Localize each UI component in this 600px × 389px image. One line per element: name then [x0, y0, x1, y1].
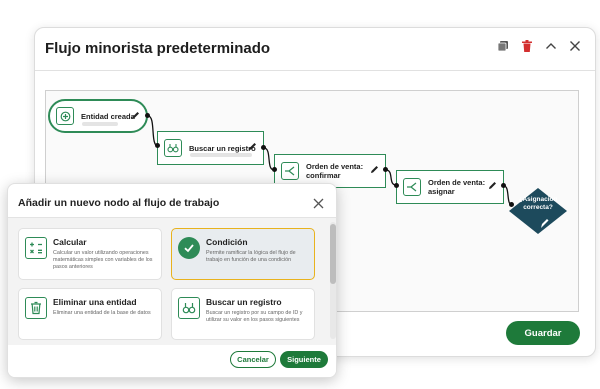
connector-dot[interactable] — [501, 183, 506, 188]
option-card-delete-entity[interactable]: Eliminar una entidad Eliminar una entida… — [18, 288, 162, 340]
connector-dot[interactable] — [261, 145, 266, 150]
cancel-button[interactable]: Cancelar — [230, 351, 276, 368]
node-placeholder-bar — [190, 153, 252, 157]
check-circle-icon — [178, 237, 200, 259]
save-button[interactable]: Guardar — [506, 321, 580, 345]
window-title: Flujo minorista predeterminado — [45, 40, 271, 57]
node-placeholder-bar — [82, 122, 118, 126]
option-title: Calcular — [53, 237, 87, 247]
dialog-title: Añadir un nuevo nodo al flujo de trabajo — [18, 197, 220, 209]
connector-dot[interactable] — [509, 202, 514, 207]
pencil-icon[interactable] — [488, 177, 497, 195]
delete-icon[interactable] — [521, 40, 533, 52]
window-actions — [497, 40, 581, 52]
binoculars-icon — [178, 297, 200, 319]
calculator-icon — [25, 237, 47, 259]
options-scrollbar[interactable] — [330, 222, 336, 339]
node-label: Orden de venta: confirmar — [306, 162, 364, 180]
add-node-dialog: Añadir un nuevo nodo al flujo de trabajo… — [7, 183, 337, 378]
option-title: Eliminar una entidad — [53, 297, 137, 307]
entity-icon — [56, 107, 74, 125]
scrollbar-thumb[interactable] — [330, 224, 336, 284]
branch-icon — [281, 162, 299, 180]
workflow-node-sales-order-assign[interactable]: Orden de venta: asignar — [396, 170, 504, 204]
close-icon[interactable] — [313, 196, 324, 214]
option-description: Permite ramificar la lógica del flujo de… — [206, 250, 296, 263]
trash-icon — [25, 297, 47, 319]
copy-icon[interactable] — [497, 40, 509, 52]
connector-dot[interactable] — [394, 183, 399, 188]
node-label: Orden de venta: asignar — [428, 178, 486, 196]
collapse-icon[interactable] — [545, 40, 557, 52]
pencil-icon[interactable] — [131, 107, 140, 125]
node-options: Calcular Calcular un valor utilizando op… — [8, 218, 336, 345]
option-card-condition[interactable]: Condición Permite ramificar la lógica de… — [171, 228, 315, 280]
decision-label: ¿Asignación correcta? — [518, 196, 558, 211]
pencil-icon[interactable] — [370, 161, 379, 179]
option-title: Buscar un registro — [206, 297, 282, 307]
workflow-node-search-record[interactable]: Buscar un registro — [157, 131, 264, 165]
option-title: Condición — [206, 237, 248, 247]
option-description: Calcular un valor utilizando operaciones… — [53, 250, 153, 270]
option-description: Buscar un registro por su campo de ID y … — [206, 310, 303, 323]
connector-dot[interactable] — [272, 167, 277, 172]
pencil-icon[interactable] — [248, 138, 257, 156]
node-label: Buscar un registro — [189, 143, 256, 153]
option-card-search-record[interactable]: Buscar un registro Buscar un registro po… — [171, 288, 315, 340]
binoculars-icon — [164, 139, 182, 157]
dialog-footer: Cancelar Siguiente — [8, 345, 336, 377]
branch-icon — [403, 178, 421, 196]
close-icon[interactable] — [569, 40, 581, 52]
next-button[interactable]: Siguiente — [280, 351, 328, 368]
workflow-node-entity-created[interactable]: Entidad creada — [48, 99, 148, 133]
option-description: Eliminar una entidad de la base de datos — [53, 310, 151, 316]
option-card-calculate[interactable]: Calcular Calcular un valor utilizando op… — [18, 228, 162, 280]
connector-dot[interactable] — [155, 143, 160, 148]
node-label: Entidad creada — [81, 111, 135, 121]
connector-dot[interactable] — [383, 167, 388, 172]
title-divider — [35, 70, 595, 71]
connector-dot[interactable] — [145, 113, 150, 118]
